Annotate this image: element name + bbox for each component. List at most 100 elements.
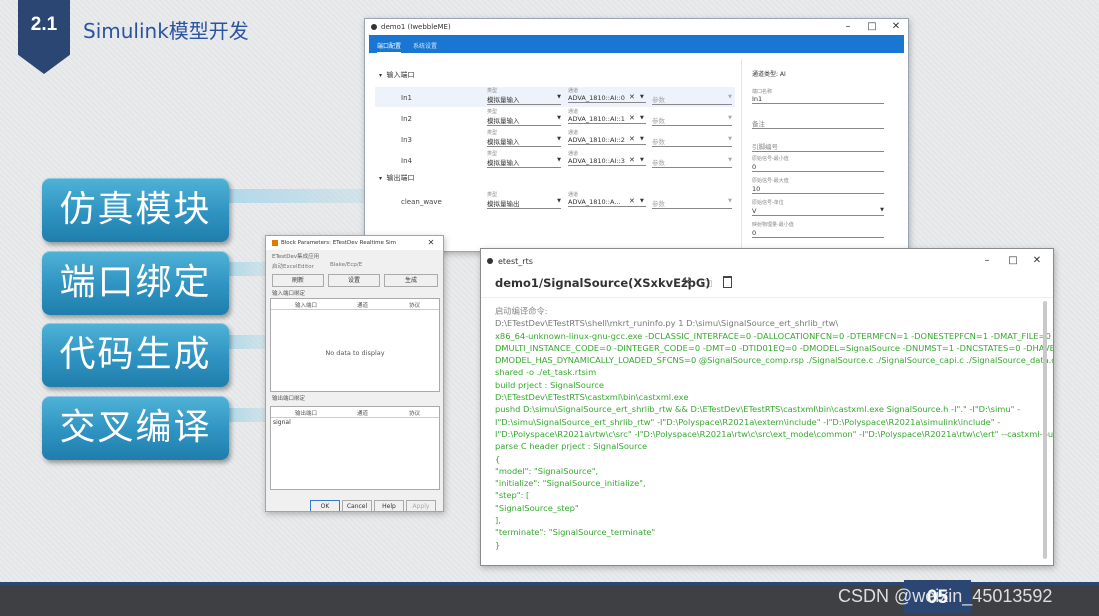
generate-button[interactable]: 生成 <box>384 274 438 287</box>
side-button-simulation-module[interactable]: 仿真模块 <box>42 178 229 242</box>
log-scrollbar[interactable] <box>1043 301 1047 559</box>
channel-label: 通道 <box>568 192 579 198</box>
settings-button[interactable]: 设置 <box>328 274 380 287</box>
raw-unit-value: V <box>752 207 757 215</box>
clear-icon[interactable]: ✕ <box>629 135 635 143</box>
app-icon <box>371 24 377 30</box>
cancel-button[interactable]: Cancel <box>342 500 372 511</box>
log-line: DMODEL_HAS_DYNAMICALLY_LOADED_SFCNS=0 @S… <box>495 355 1054 366</box>
connector-line <box>228 408 268 422</box>
chevron-down-icon[interactable]: ▼ <box>640 94 644 100</box>
log-line: parse C header prject : SignalSource <box>495 441 648 452</box>
block-field1[interactable]: 启动ExcelEditor <box>272 262 314 270</box>
port-row[interactable]: In1 类型 模拟量输入 ▼ 通道 ADVA_1810::AI::0 ✕ ▼ 参数 ▼ <box>375 87 735 107</box>
log-line: build prject : SignalSource <box>495 379 604 390</box>
chevron-down-icon: ▼ <box>728 94 732 100</box>
raw-max-label: 原始信号-最大值 <box>752 178 789 184</box>
chevron-down-icon[interactable]: ▼ <box>640 136 644 142</box>
block-params-title: Block Parameters: ETestDev Realtime Sim <box>281 240 397 246</box>
type-label: 类型 <box>487 88 498 94</box>
param-placeholder: 参数 <box>652 96 665 104</box>
minimize-button[interactable]: – <box>836 19 860 35</box>
col-output-port: 输出端口 <box>295 411 318 417</box>
block-subtitle: ETestDev集成应用 <box>272 254 320 260</box>
table-row[interactable]: signal <box>273 419 291 426</box>
param-select[interactable]: 参数 ▼ <box>652 115 732 126</box>
input-binding-table[interactable]: 输入端口 通道 协议 No data to display <box>270 298 440 392</box>
log-line: ], <box>495 515 501 526</box>
clear-icon[interactable]: ✕ <box>629 114 635 122</box>
demo1-title: demo1 (IwebbleME) <box>381 23 451 31</box>
folder-icon[interactable]: 🗀 <box>701 275 712 294</box>
type-select[interactable]: 模拟量输入 ▼ <box>487 115 561 126</box>
param-select[interactable]: 参数 ▼ <box>652 198 732 209</box>
channel-label: 通道 <box>568 151 579 157</box>
channel-value: ADVA_1810::AI::0 <box>568 94 625 102</box>
output-binding-table[interactable]: 输出端口 通道 协议 signal <box>270 406 440 490</box>
chevron-down-icon: ▾ <box>379 175 383 182</box>
param-placeholder: 参数 <box>652 159 665 167</box>
log-line: } <box>495 539 501 550</box>
clear-icon[interactable]: ✕ <box>629 197 635 205</box>
channel-type-label: 通道类型: AI <box>752 71 786 78</box>
tab-system-settings[interactable]: 系统设置 <box>413 41 437 50</box>
port-name-input[interactable]: In1 <box>752 95 884 104</box>
side-button-port-binding[interactable]: 端口绑定 <box>42 251 229 315</box>
raw-unit-label: 原始信号-单位 <box>752 200 784 206</box>
maximize-button[interactable]: □ <box>860 19 884 35</box>
raw-unit-select[interactable]: V ▼ <box>752 207 884 216</box>
chevron-down-icon[interactable]: ▼ <box>640 198 644 204</box>
raw-min-input[interactable]: 0 <box>752 163 884 172</box>
port-row[interactable]: clean_wave 类型 模拟量输出 ▼ 通道 ADVA_1810::A... ✕ ▼ 参数 ▼ <box>375 191 735 211</box>
param-placeholder: 参数 <box>652 138 665 146</box>
apply-button[interactable]: Apply <box>406 500 436 511</box>
channel-value: ADVA_1810::AI::3 <box>568 157 625 165</box>
tab-port-config[interactable]: 端口配置 <box>377 41 402 53</box>
param-select[interactable]: 参数 ▼ <box>652 157 732 168</box>
output-section-header[interactable]: ▾ 输出端口 <box>379 173 414 183</box>
section-number: 2.1 <box>30 14 58 35</box>
log-line: pushd D:\simu\SignalSource_ert_shrlib_rt… <box>495 404 1021 415</box>
close-button[interactable]: ✕ <box>1025 249 1049 273</box>
chevron-down-icon[interactable]: ▼ <box>640 157 644 163</box>
block-params-titlebar: Block Parameters: ETestDev Realtime Sim … <box>266 236 443 250</box>
type-value: 模拟量输入 <box>487 96 520 104</box>
ok-button[interactable]: OK <box>310 500 340 511</box>
clear-icon[interactable]: ✕ <box>629 93 635 101</box>
minimize-button[interactable]: – <box>975 249 999 273</box>
note-input[interactable]: 备注 <box>752 118 884 129</box>
phys-min-input[interactable]: 0 <box>752 229 884 238</box>
block-field2[interactable]: Blake/Ecp/E <box>330 262 362 268</box>
help-button[interactable]: Help <box>374 500 404 511</box>
param-select[interactable]: 参数 ▼ <box>652 136 732 147</box>
raw-min-label: 原始信号-最小值 <box>752 156 789 162</box>
type-select[interactable]: 模拟量输入 ▼ <box>487 94 561 105</box>
log-line: "SignalSource_step" <box>495 502 579 513</box>
app-icon <box>487 258 493 264</box>
log-line: shared -o ./et_task.rtsim <box>495 367 597 378</box>
port-row[interactable]: In4 类型 模拟量输入 ▼ 通道 ADVA_1810::AI::3 ✕ ▼ 参数 ▼ <box>375 150 735 170</box>
tools-icon[interactable]: ⚒ <box>682 275 692 288</box>
type-select[interactable]: 模拟量输入 ▼ <box>487 157 561 168</box>
etest-window: etest_rts – □ ✕ demo1/SignalSource(XSxkv… <box>480 248 1054 566</box>
input-section-header[interactable]: ▾ 输入端口 <box>379 70 414 80</box>
input-binding-label: 输入端口绑定 <box>272 291 306 297</box>
type-select[interactable]: 模拟量输入 ▼ <box>487 136 561 147</box>
side-button-cross-compile[interactable]: 交叉编译 <box>42 396 229 460</box>
maximize-button[interactable]: □ <box>1001 249 1025 273</box>
port-row[interactable]: In2 类型 模拟量输入 ▼ 通道 ADVA_1810::AI::1 ✕ ▼ 参数 ▼ <box>375 108 735 128</box>
side-button-code-generation[interactable]: 代码生成 <box>42 323 229 387</box>
pin-number-input[interactable]: 引脚编号 <box>752 141 884 152</box>
close-button[interactable]: ✕ <box>884 19 908 35</box>
port-name: In1 <box>401 94 412 102</box>
port-row[interactable]: In3 类型 模拟量输入 ▼ 通道 ADVA_1810::AI::2 ✕ ▼ 参数 ▼ <box>375 129 735 149</box>
trash-icon[interactable] <box>723 276 732 288</box>
raw-max-input[interactable]: 10 <box>752 185 884 194</box>
type-select[interactable]: 模拟量输出 ▼ <box>487 198 561 209</box>
refresh-button[interactable]: 刷新 <box>272 274 324 287</box>
param-select[interactable]: 参数 ▼ <box>652 94 732 105</box>
phys-min-label: 映射物理量-最小值 <box>752 222 794 228</box>
chevron-down-icon[interactable]: ▼ <box>640 115 644 121</box>
clear-icon[interactable]: ✕ <box>629 156 635 164</box>
close-button[interactable]: ✕ <box>419 236 443 250</box>
